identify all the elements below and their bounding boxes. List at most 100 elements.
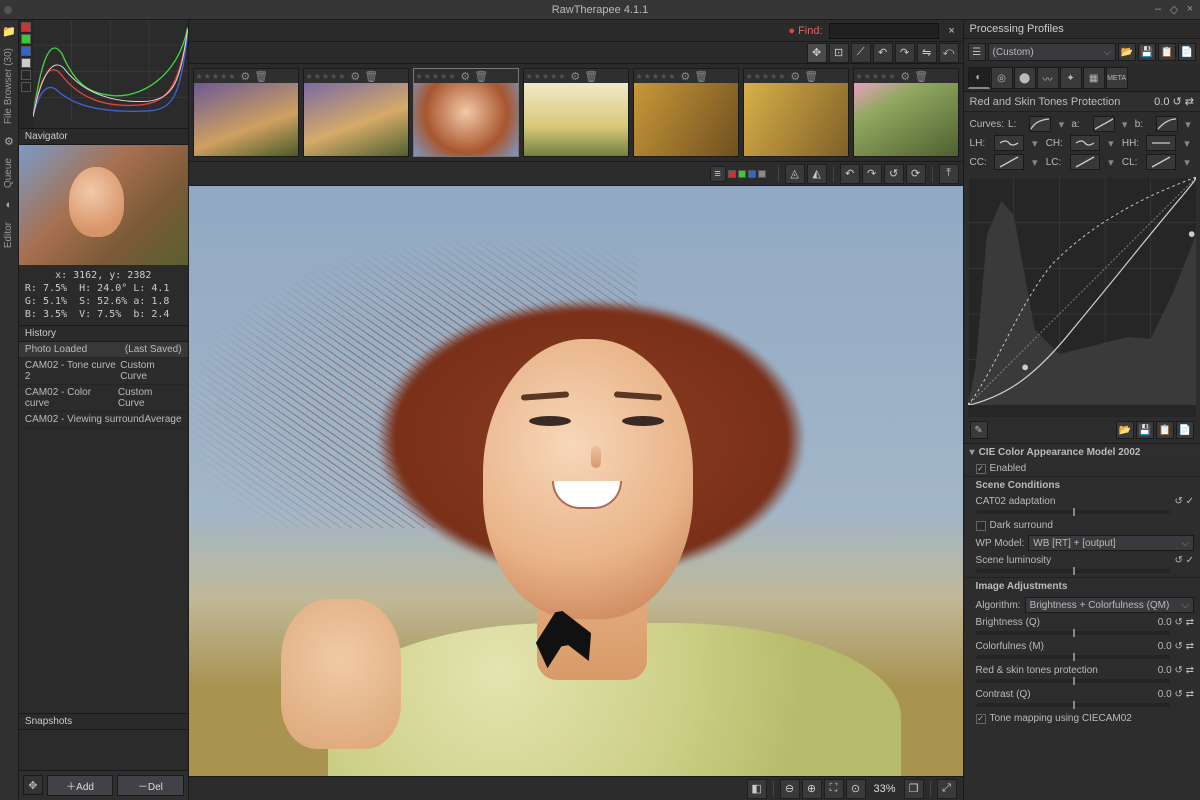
tab-transform-icon[interactable]: ✦ <box>1060 67 1082 89</box>
move-handle-icon[interactable]: ✥ <box>23 775 43 795</box>
rotate-left-icon[interactable]: ↶ <box>840 164 860 184</box>
curve-save-icon[interactable]: 💾 <box>1136 421 1154 439</box>
snapshot-del-button[interactable]: －Del <box>117 775 183 796</box>
curve-select-a[interactable] <box>1093 116 1115 132</box>
clip-shadow-icon[interactable]: ◬ <box>785 164 805 184</box>
tonemap-checkbox[interactable]: ✓ <box>976 714 986 724</box>
straighten-tool-icon[interactable]: ⟋ <box>851 43 871 63</box>
profile-list-icon[interactable]: ☰ <box>968 43 986 61</box>
histogram <box>19 20 188 128</box>
flip-h-icon[interactable]: ⇋ <box>917 43 937 63</box>
curve-graph[interactable] <box>968 177 1196 417</box>
swatch-red[interactable] <box>728 170 736 178</box>
fullscreen-icon[interactable]: ⤢ <box>937 779 957 799</box>
panel-cam02-header[interactable]: CIE Color Appearance Model 2002 <box>964 444 1200 461</box>
curve-paste-icon[interactable]: 📄 <box>1176 421 1194 439</box>
crop-tool-icon[interactable]: ⊡ <box>829 43 849 63</box>
save-icon[interactable]: ⤒ <box>939 164 959 184</box>
cam02-enabled-checkbox[interactable]: ✓ <box>976 464 986 474</box>
image-preview[interactable] <box>189 186 963 776</box>
curve-select-LH[interactable] <box>994 135 1024 151</box>
close-icon[interactable]: × <box>1184 3 1196 16</box>
rail-tab-file-browser[interactable]: File Browser (30) <box>3 48 14 124</box>
snapshot-add-button[interactable]: ＋Add <box>47 775 113 796</box>
rotate-left-icon[interactable]: ↶ <box>873 43 893 63</box>
rotate-right-icon[interactable]: ↷ <box>862 164 882 184</box>
clip-highlight-icon[interactable]: ◭ <box>807 164 827 184</box>
curve-select-b[interactable] <box>1156 116 1178 132</box>
find-input[interactable] <box>829 23 939 39</box>
zoom-in-icon[interactable]: ⊕ <box>802 779 822 799</box>
titlebar: RawTherapee 4.1.1 – ◇ × <box>0 0 1200 20</box>
find-close-icon[interactable]: × <box>945 25 959 37</box>
wp-model-select[interactable]: WB [RT] + [output] <box>1028 535 1194 551</box>
curve-edit-icon[interactable]: ✎ <box>970 421 988 439</box>
histo-toggle-raw[interactable] <box>21 70 31 80</box>
history-row: CAM02 - Color curveCustom Curve <box>19 385 188 412</box>
slider-contrast[interactable] <box>976 703 1170 707</box>
tab-wavelet-icon[interactable]: 〰 <box>1037 67 1059 89</box>
profile-save-icon[interactable]: 💾 <box>1138 43 1156 61</box>
profile-copy-icon[interactable]: 📋 <box>1158 43 1176 61</box>
profile-paste-icon[interactable]: 📄 <box>1178 43 1196 61</box>
maximize-icon[interactable]: ◇ <box>1168 3 1180 16</box>
history-list[interactable]: Photo Loaded(Last Saved) CAM02 - Tone cu… <box>19 342 188 428</box>
histo-toggle-g[interactable] <box>21 34 31 44</box>
cycle-icon[interactable]: ⟳ <box>906 164 926 184</box>
folder-icon[interactable]: 📁 <box>2 24 16 38</box>
hand-tool-icon[interactable]: ✥ <box>807 43 827 63</box>
rail-tab-queue[interactable]: Queue <box>3 158 14 188</box>
slider-redskin[interactable] <box>976 679 1170 683</box>
slider-colorfulness[interactable] <box>976 655 1170 659</box>
param-scene-lum: Scene luminosity↺ ✓ <box>964 553 1200 568</box>
curve-open-icon[interactable]: 📂 <box>1116 421 1134 439</box>
profile-select[interactable]: (Custom) <box>988 43 1116 61</box>
thumb: ★★★★★⚙🗑 <box>303 68 409 157</box>
curve-select-HH[interactable] <box>1146 135 1176 151</box>
swatch-green[interactable] <box>738 170 746 178</box>
palette-icon[interactable]: ◐ <box>2 198 16 212</box>
histo-toggle-b[interactable] <box>21 46 31 56</box>
curve-copy-icon[interactable]: 📋 <box>1156 421 1174 439</box>
navigator-image[interactable] <box>19 145 188 265</box>
curve-select-CC[interactable] <box>994 154 1024 170</box>
curve-select-L[interactable] <box>1029 116 1051 132</box>
before-after-icon[interactable]: ◧ <box>747 779 767 799</box>
rotate-right-icon[interactable]: ↷ <box>895 43 915 63</box>
gear-icon[interactable]: ⚙ <box>2 134 16 148</box>
algorithm-select[interactable]: Brightness + Colorfulness (QM) <box>1025 597 1194 613</box>
dark-surround-checkbox[interactable] <box>976 521 986 531</box>
swatch-blue[interactable] <box>748 170 756 178</box>
curve-select-CH[interactable] <box>1070 135 1100 151</box>
histo-toggle-bar[interactable] <box>21 82 31 92</box>
zoom-100-icon[interactable]: ⊙ <box>846 779 866 799</box>
slider-brightness[interactable] <box>976 631 1170 635</box>
top-toolbar: ✥ ⊡ ⟋ ↶ ↷ ⇋ ⤺ <box>807 43 959 63</box>
trash-icon[interactable]: 🗑 <box>254 70 268 83</box>
profile-load-icon[interactable]: 📂 <box>1118 43 1136 61</box>
navigator-title: Navigator <box>19 128 188 145</box>
histo-toggle-l[interactable] <box>21 58 31 68</box>
new-window-icon[interactable]: ❐ <box>904 779 924 799</box>
minimize-icon[interactable]: – <box>1152 3 1164 16</box>
zoom-fit-icon[interactable]: ⛶ <box>824 779 844 799</box>
reset-icon[interactable]: ↺ <box>884 164 904 184</box>
zoom-out-icon[interactable]: ⊖ <box>780 779 800 799</box>
tab-raw-icon[interactable]: ▦ <box>1083 67 1105 89</box>
gear-icon[interactable]: ⚙ <box>240 70 250 83</box>
list-icon[interactable]: ≡ <box>710 166 726 182</box>
swatch-grey[interactable] <box>758 170 766 178</box>
slider-cat02[interactable] <box>976 510 1170 514</box>
filmstrip[interactable]: ★★★★★⚙🗑 ★★★★★⚙🗑 ★★★★★⚙🗑 ★★★★★⚙🗑 ★★★★★⚙🗑 … <box>189 64 963 162</box>
tab-meta-icon[interactable]: META <box>1106 67 1128 89</box>
flip-v-icon[interactable]: ⤺ <box>939 43 959 63</box>
navigator-readout: x: 3162, y: 2382 R: 7.5%H: 24.0°L: 4.1 G… <box>19 265 188 325</box>
tab-exposure-icon[interactable]: ◐ <box>968 67 990 89</box>
histo-toggle-r[interactable] <box>21 22 31 32</box>
slider-scene-lum[interactable] <box>976 569 1170 573</box>
curve-select-LC[interactable] <box>1070 154 1100 170</box>
tab-color-icon[interactable]: ⬤ <box>1014 67 1036 89</box>
curve-select-CL[interactable] <box>1146 154 1176 170</box>
tab-detail-icon[interactable]: ◎ <box>991 67 1013 89</box>
rail-tab-editor[interactable]: Editor <box>3 222 14 248</box>
